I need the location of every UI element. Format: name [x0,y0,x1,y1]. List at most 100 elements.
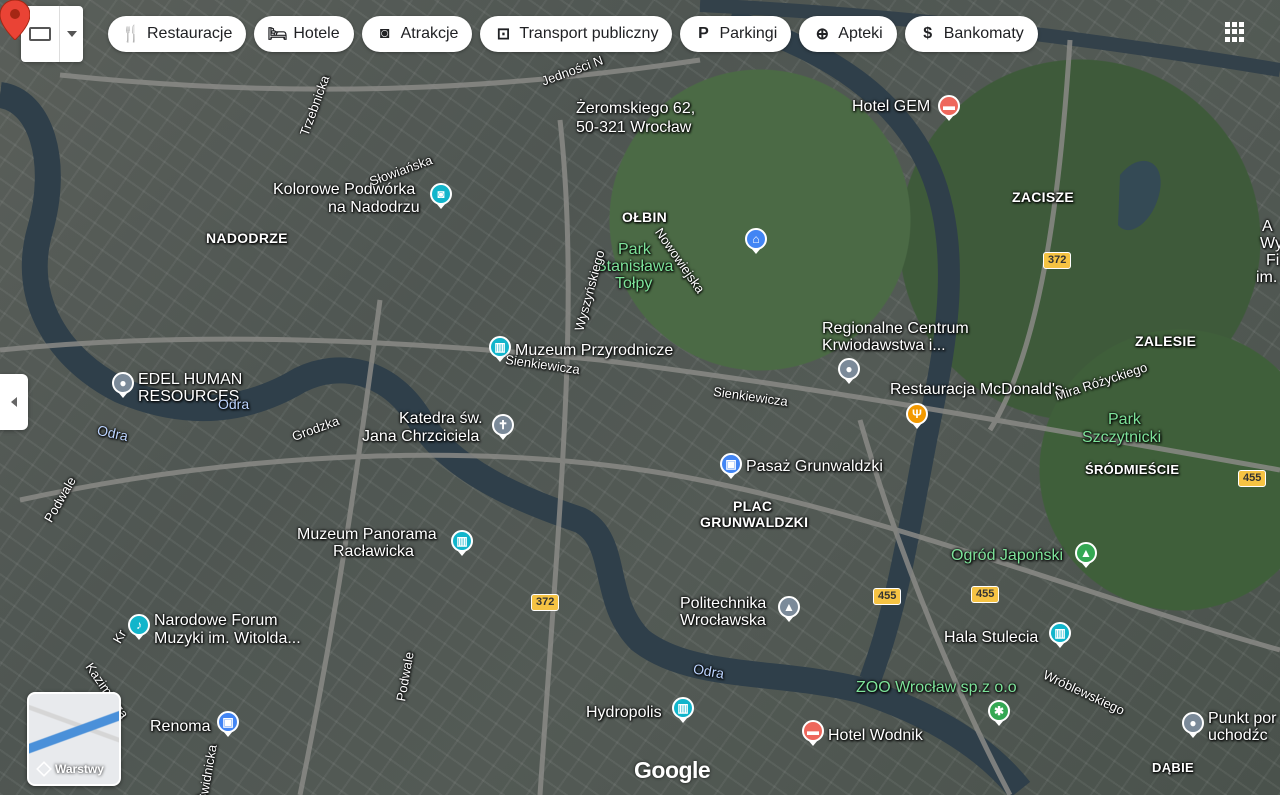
bed-icon: 🛏 [267,26,288,43]
chip-attractions[interactable]: ◙ Atrakcje [361,16,473,52]
park-label[interactable]: Szczytnicki [1082,429,1161,446]
shopping-icon[interactable]: ▣ [217,711,239,733]
poi-label[interactable]: A [1262,218,1273,235]
road-shield: 455 [1238,470,1267,487]
district-label: PLAC [733,498,773,514]
district-label: ZACISZE [1012,189,1074,205]
google-logo: Google [634,757,711,783]
home-icon[interactable]: ⌂ [745,228,767,250]
music-icon[interactable]: ♪ [128,614,150,636]
park-label[interactable]: Park [1108,411,1141,428]
poi-label[interactable]: Politechnika [680,595,766,612]
tree-icon[interactable]: ▲ [1075,542,1097,564]
pin-address-line1: Żeromskiego 62, [576,100,696,117]
district-label: DĄBIE [1152,760,1194,775]
road-shield: 372 [531,594,560,611]
poi-label[interactable]: Muzeum Panorama [297,526,437,543]
chip-hotels[interactable]: 🛏 Hotele [254,16,354,52]
poi-label[interactable]: EDEL HUMAN [138,371,242,388]
church-icon[interactable]: ✝ [492,414,514,436]
river-label: Odra [218,396,250,412]
chip-label: Restauracje [147,25,233,42]
road-shield: 455 [971,586,1000,603]
chip-label: Atrakcje [400,25,459,42]
chip-parking[interactable]: P Parkingi [680,16,792,52]
poi-label[interactable]: Punkt por [1208,710,1276,727]
chip-transit[interactable]: ⊡ Transport publiczny [480,16,673,52]
poi-label[interactable]: Krwiodawstwa i... [822,337,946,354]
place-marker-icon[interactable]: ● [112,372,134,394]
chip-atms[interactable]: $ Bankomaty [904,16,1038,52]
district-label: NADODRZE [206,230,288,246]
pharmacy-icon: ⊕ [815,26,829,43]
poi-label[interactable]: Hydropolis [586,704,662,721]
district-label: OŁBIN [622,209,668,225]
location-pin-icon[interactable] [0,0,30,40]
school-icon[interactable]: ▲ [778,596,800,618]
camera-icon[interactable]: ◙ [430,183,452,205]
chip-label: Parkingi [719,25,778,42]
poi-label[interactable]: Katedra św. [399,410,483,427]
satellite-map[interactable]: 🍴 Restauracje 🛏 Hotele ◙ Atrakcje ⊡ Transpor… [0,0,1280,795]
district-label: GRUNWALDZKI [700,514,809,530]
collapse-panel-button[interactable] [0,374,28,430]
poi-label[interactable]: Ogród Japoński [951,547,1063,564]
poi-label[interactable]: ZOO Wrocław sp.z o.o [856,679,1017,696]
museum-icon[interactable]: ▥ [451,530,473,552]
poi-label[interactable]: Wy [1260,235,1280,252]
road-shield: 455 [873,588,902,605]
hotel-icon[interactable]: ▬ [802,720,824,742]
poi-label[interactable]: Renoma [150,718,210,735]
parking-icon: P [698,25,709,42]
chip-label: Apteki [838,25,883,42]
landmark-icon[interactable]: ▥ [1049,622,1071,644]
shopping-icon[interactable]: ▣ [720,453,742,475]
park-label[interactable]: Park [618,241,651,258]
chip-pharmacies[interactable]: ⊕ Apteki [799,16,897,52]
poi-label[interactable]: Wrocławska [680,612,766,629]
poi-label[interactable]: Muzyki im. Witolda... [154,630,301,647]
poi-label[interactable]: Narodowe Forum [154,612,278,629]
camera-icon: ◙ [379,25,390,42]
poi-label[interactable]: Regionalne Centrum [822,320,969,337]
place-marker-icon[interactable]: ● [1182,712,1204,734]
district-label: ŚRÓDMIEŚCIE [1085,462,1180,477]
park-label[interactable]: Tołpy [615,275,652,292]
restaurant-icon[interactable]: Ψ [906,403,928,425]
poi-label[interactable]: Hotel GEM [852,98,930,115]
park-label[interactable]: Stanisława [596,258,673,275]
chip-label: Transport publiczny [519,25,659,42]
bus-icon: ⊡ [496,26,511,43]
poi-label[interactable]: Racławicka [333,543,414,560]
poi-label[interactable]: Jana Chrzciciela [362,428,479,445]
poi-label[interactable]: Hotel Wodnik [828,727,923,744]
chip-label: Bankomaty [943,25,1024,42]
hotel-icon[interactable]: ▬ [938,95,960,117]
paw-icon[interactable]: ✱ [988,700,1010,722]
poi-label[interactable]: Kolorowe Podwórka [273,181,415,198]
fork-knife-icon: 🍴 [121,26,141,43]
poi-label[interactable]: na Nadodrzu [328,199,420,216]
chip-label: Hotele [293,25,340,42]
chevron-down-icon[interactable] [60,6,83,62]
atm-icon: $ [923,25,933,42]
poi-label[interactable]: Restauracja McDonald's [890,381,1063,398]
input-tools-control[interactable] [21,6,83,62]
pond [1118,160,1161,231]
layers-icon [36,761,52,777]
poi-label[interactable]: uchodźc [1208,727,1268,744]
layers-label: Warstwy [36,761,104,777]
layers-button[interactable]: Warstwy [27,692,121,786]
museum-icon[interactable]: ▥ [672,697,694,719]
poi-label[interactable]: im. [1256,269,1277,286]
apps-grid-icon[interactable] [1225,22,1245,42]
place-marker-icon[interactable]: ● [838,358,860,380]
pin-address-line2: 50-321 Wrocław [576,119,692,136]
poi-label[interactable]: Hala Stulecia [944,629,1038,646]
district-label: ZALESIE [1135,333,1197,349]
poi-label[interactable]: Pasaż Grunwaldzki [746,458,883,475]
chevron-left-icon [11,397,17,407]
category-chips: 🍴 Restauracje 🛏 Hotele ◙ Atrakcje ⊡ Transpor… [108,16,1038,52]
poi-label[interactable]: Fi [1266,252,1279,269]
chip-restaurants[interactable]: 🍴 Restauracje [108,16,247,52]
